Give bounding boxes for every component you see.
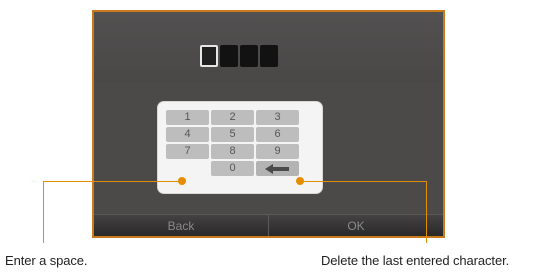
key-7[interactable]: 7	[166, 144, 209, 159]
key-9[interactable]: 9	[256, 144, 299, 159]
back-softkey[interactable]: Back	[94, 215, 268, 236]
callout-dot-delete	[296, 177, 304, 185]
keypad-grid: 1 2 3 4 5 6 7 8 9 0	[166, 110, 299, 176]
callout-dot-space	[178, 177, 186, 185]
softkey-bar: Back OK	[94, 214, 443, 236]
device-screen: 1 2 3 4 5 6 7 8 9 0 Back OK	[92, 10, 445, 238]
pin-slot-1	[200, 45, 218, 67]
backspace-arrow-icon	[264, 163, 289, 174]
key-5[interactable]: 5	[211, 127, 254, 142]
key-1[interactable]: 1	[166, 110, 209, 125]
ok-softkey[interactable]: OK	[268, 215, 443, 236]
key-3[interactable]: 3	[256, 110, 299, 125]
key-4[interactable]: 4	[166, 127, 209, 142]
pin-display	[200, 45, 278, 67]
pin-slot-3	[240, 45, 258, 67]
pin-slot-2	[220, 45, 238, 67]
key-delete[interactable]	[256, 161, 299, 176]
key-2[interactable]: 2	[211, 110, 254, 125]
key-0[interactable]: 0	[211, 161, 254, 176]
key-space[interactable]	[166, 161, 209, 176]
caption-delete: Delete the last entered character.	[321, 253, 510, 268]
key-8[interactable]: 8	[211, 144, 254, 159]
caption-space: Enter a space.	[5, 253, 88, 268]
key-6[interactable]: 6	[256, 127, 299, 142]
help-figure: 1 2 3 4 5 6 7 8 9 0 Back OK Enter a spac…	[0, 0, 537, 276]
pin-slot-4	[260, 45, 278, 67]
